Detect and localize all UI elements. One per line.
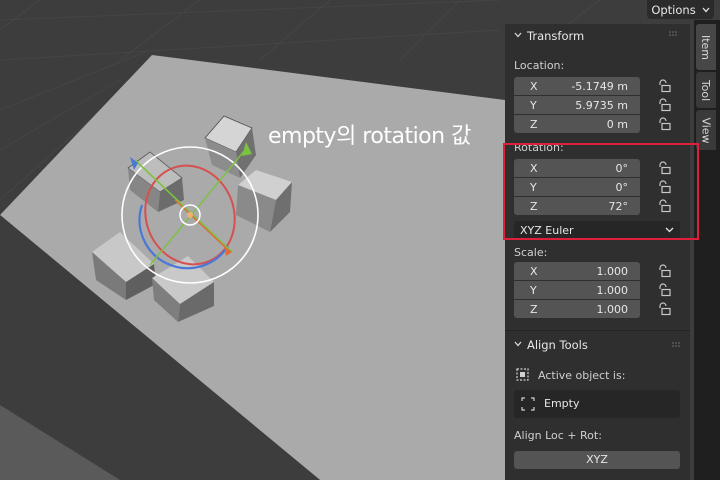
tab-label: View [699,116,713,144]
align-xyz-button[interactable]: XYZ [514,451,680,469]
drag-grip-icon[interactable] [668,30,680,38]
field-value: 5.9735 m [575,98,628,112]
align-tools-panel-header[interactable]: Align Tools [505,333,690,357]
options-label: Options [651,2,696,17]
align-loc-rot-label: Align Loc + Rot: [514,429,602,442]
unlock-icon[interactable] [657,79,671,93]
unlock-icon[interactable] [657,264,671,278]
unlock-icon[interactable] [657,117,671,131]
unlock-icon[interactable] [657,302,671,316]
axis-label: Z [530,117,538,131]
chevron-down-icon [702,7,710,12]
drag-grip-icon[interactable] [672,342,682,348]
empty-object-icon [521,397,535,411]
transform-title: Transform [527,29,585,43]
field-value: 1.000 [596,283,629,297]
align-tools-title: Align Tools [527,338,588,352]
location-x-field[interactable]: X -5.1749 m [514,77,640,95]
tab-label: Tool [699,79,713,101]
options-button[interactable]: Options [647,0,714,19]
scale-y-field[interactable]: Y 1.000 [514,281,640,299]
axis-label: Z [530,302,538,316]
annotation-caption: empty의 rotation 값 [268,124,471,149]
active-object-label: Active object is: [538,369,626,382]
sidebar-panel: Transform Location: X -5.1749 m Y 5.9735… [505,24,690,480]
field-value: 1.000 [596,264,629,278]
active-object-icon [516,368,529,381]
tab-tool[interactable]: Tool [696,72,716,108]
chevron-down-icon [514,32,522,38]
tab-label: Item [699,34,713,60]
chevron-down-icon [514,341,522,347]
active-object-field[interactable]: Empty [514,390,680,418]
axis-label: X [530,79,538,93]
transform-panel-header[interactable]: Transform [505,24,690,48]
scale-label: Scale: [514,246,548,259]
axis-label: Y [530,98,537,112]
field-value: 0 m [606,117,628,131]
rotation-highlight-box [503,143,699,240]
field-value: 1.000 [596,302,629,316]
location-y-field[interactable]: Y 5.9735 m [514,96,640,114]
active-object-name: Empty [544,397,580,410]
unlock-icon[interactable] [657,283,671,297]
location-label: Location: [514,59,565,72]
tab-item[interactable]: Item [696,24,716,70]
unlock-icon[interactable] [657,98,671,112]
tab-view[interactable]: View [696,110,716,150]
scale-z-field[interactable]: Z 1.000 [514,300,640,318]
axis-label: X [530,264,538,278]
location-z-field[interactable]: Z 0 m [514,115,640,133]
scale-x-field[interactable]: X 1.000 [514,262,640,280]
panel-divider [505,330,690,331]
sidebar-tabs: Item Tool View [694,20,720,480]
field-value: -5.1749 m [571,79,628,93]
axis-label: Y [530,283,537,297]
